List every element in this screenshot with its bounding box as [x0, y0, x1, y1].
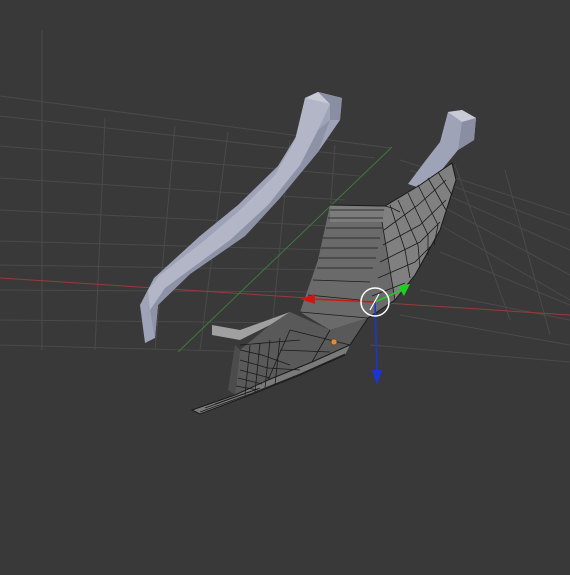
- floor-grid: [0, 30, 570, 363]
- viewport-canvas[interactable]: [0, 0, 570, 575]
- 3d-viewport[interactable]: [0, 0, 570, 575]
- x-axis-line: [0, 277, 570, 316]
- seat-mesh[interactable]: [190, 162, 457, 415]
- pivot-point-icon: [330, 338, 338, 346]
- gizmo-z-arrow-icon[interactable]: [372, 370, 382, 385]
